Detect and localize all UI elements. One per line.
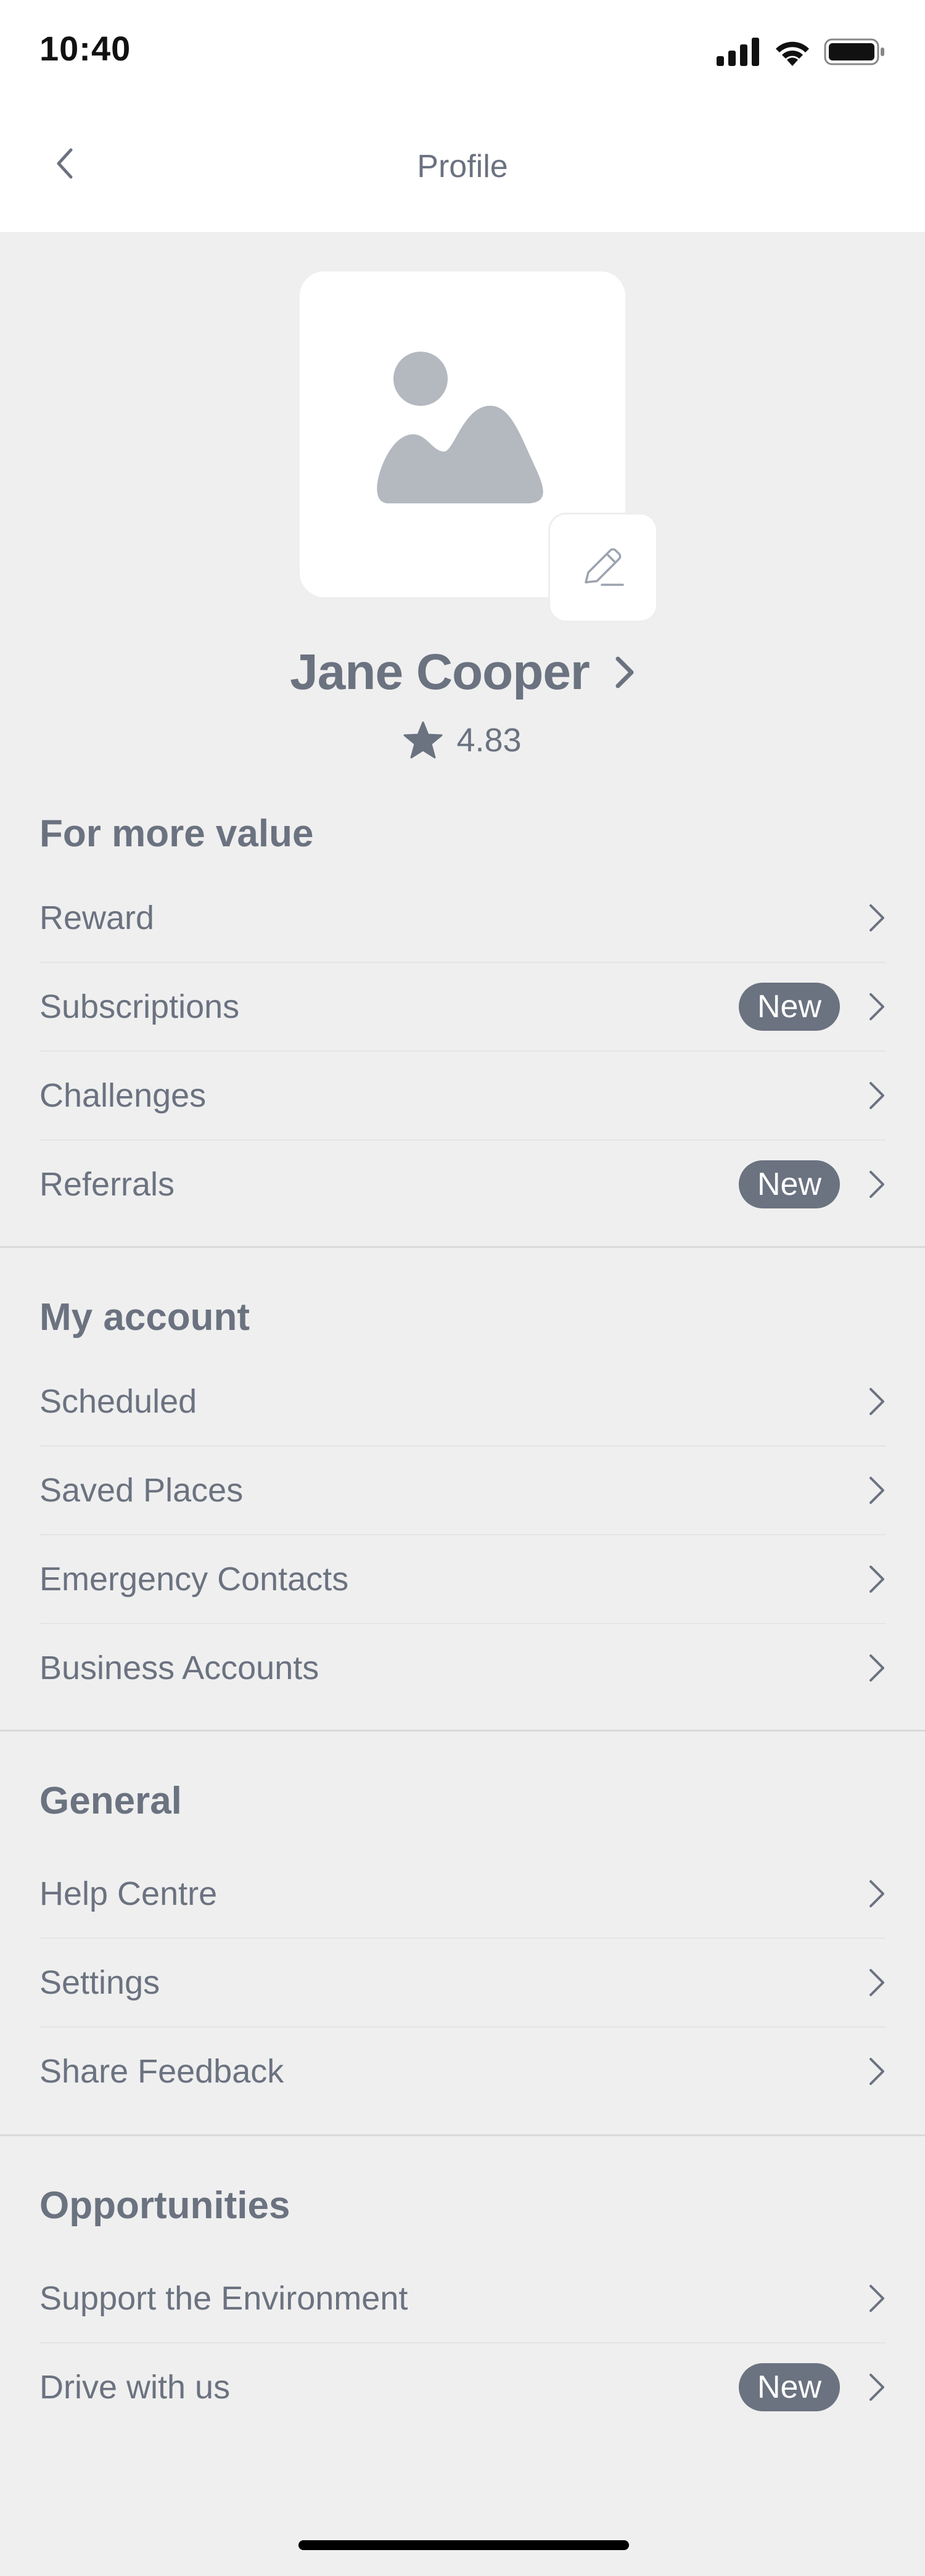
chevron-right-icon: [858, 2280, 886, 2317]
menu-item-label: Drive with us: [39, 2369, 231, 2406]
menu-item-label: Scheduled: [39, 1383, 197, 1420]
menu-item-settings[interactable]: Settings: [39, 1938, 886, 2027]
edit-avatar-button[interactable]: [550, 514, 656, 621]
battery-icon: [824, 38, 884, 65]
status-icons: [717, 36, 886, 68]
chevron-right-icon: [858, 1964, 886, 2001]
section-title-for-more-value: For more value: [39, 812, 314, 855]
chevron-right-icon: [858, 899, 886, 936]
new-badge: New: [738, 2363, 840, 2411]
menu-item-label: Saved Places: [39, 1472, 244, 1509]
menu-item-referrals[interactable]: Referrals New: [39, 1140, 886, 1229]
chevron-right-icon: [858, 1166, 886, 1203]
profile-name-link[interactable]: Jane Cooper: [0, 642, 925, 703]
menu-item-label: Subscriptions: [39, 988, 240, 1025]
menu-item-label: Help Centre: [39, 1875, 218, 1912]
chevron-right-icon: [858, 1077, 886, 1114]
rating-value: 4.83: [456, 722, 522, 759]
menu-item-support-the-environment[interactable]: Support the Environment: [39, 2254, 886, 2343]
chevron-right-icon: [615, 656, 634, 688]
menu-item-label: Support the Environment: [39, 2280, 408, 2317]
page-title: Profile: [417, 149, 508, 184]
menu-item-reward[interactable]: Reward: [39, 873, 886, 962]
menu-item-challenges[interactable]: Challenges: [39, 1051, 886, 1140]
section-title-opportunities: Opportunities: [39, 2184, 290, 2227]
menu-item-label: Challenges: [39, 1077, 207, 1114]
chevron-right-icon: [858, 2053, 886, 2090]
chevron-right-icon: [858, 988, 886, 1025]
pencil-icon: [585, 548, 624, 586]
chevron-right-icon: [858, 1649, 886, 1686]
menu-item-saved-places[interactable]: Saved Places: [39, 1446, 886, 1535]
section-divider: [0, 1730, 925, 1732]
section-title-general: General: [39, 1780, 182, 1822]
menu-item-business-accounts[interactable]: Business Accounts: [39, 1624, 886, 1712]
chevron-right-icon: [858, 1561, 886, 1598]
menu-item-share-feedback[interactable]: Share Feedback: [39, 2027, 886, 2116]
menu-item-label: Referrals: [39, 1166, 175, 1203]
menu-item-scheduled[interactable]: Scheduled: [39, 1357, 886, 1446]
menu-item-label: Emergency Contacts: [39, 1561, 349, 1598]
chevron-right-icon: [858, 1875, 886, 1912]
profile-name: Jane Cooper: [290, 644, 590, 700]
wifi-icon: [776, 41, 809, 66]
section-divider: [0, 2134, 925, 2136]
image-placeholder-icon: [377, 352, 543, 503]
menu-item-label: Share Feedback: [39, 2053, 284, 2090]
signal-icon: [717, 38, 759, 66]
menu-item-drive-with-us[interactable]: Drive with us New: [39, 2343, 886, 2432]
section-title-my-account: My account: [39, 1296, 250, 1339]
section-divider: [0, 1246, 925, 1248]
new-badge: New: [738, 1160, 840, 1208]
menu-item-emergency-contacts[interactable]: Emergency Contacts: [39, 1535, 886, 1624]
chevron-right-icon: [858, 1472, 886, 1509]
home-indicator[interactable]: [298, 2540, 629, 2550]
rating: 4.83: [0, 716, 925, 765]
new-badge: New: [738, 983, 840, 1031]
menu-item-label: Business Accounts: [39, 1649, 319, 1686]
nav-bar: Profile: [0, 105, 925, 232]
star-icon: [403, 721, 443, 759]
chevron-right-icon: [858, 2369, 886, 2406]
status-time: 10:40: [39, 29, 131, 68]
status-bar: 10:40: [0, 0, 925, 105]
menu-item-label: Reward: [39, 899, 155, 936]
menu-item-subscriptions[interactable]: Subscriptions New: [39, 962, 886, 1051]
menu-item-label: Settings: [39, 1964, 160, 2001]
menu-item-help-centre[interactable]: Help Centre: [39, 1849, 886, 1938]
chevron-right-icon: [858, 1383, 886, 1420]
